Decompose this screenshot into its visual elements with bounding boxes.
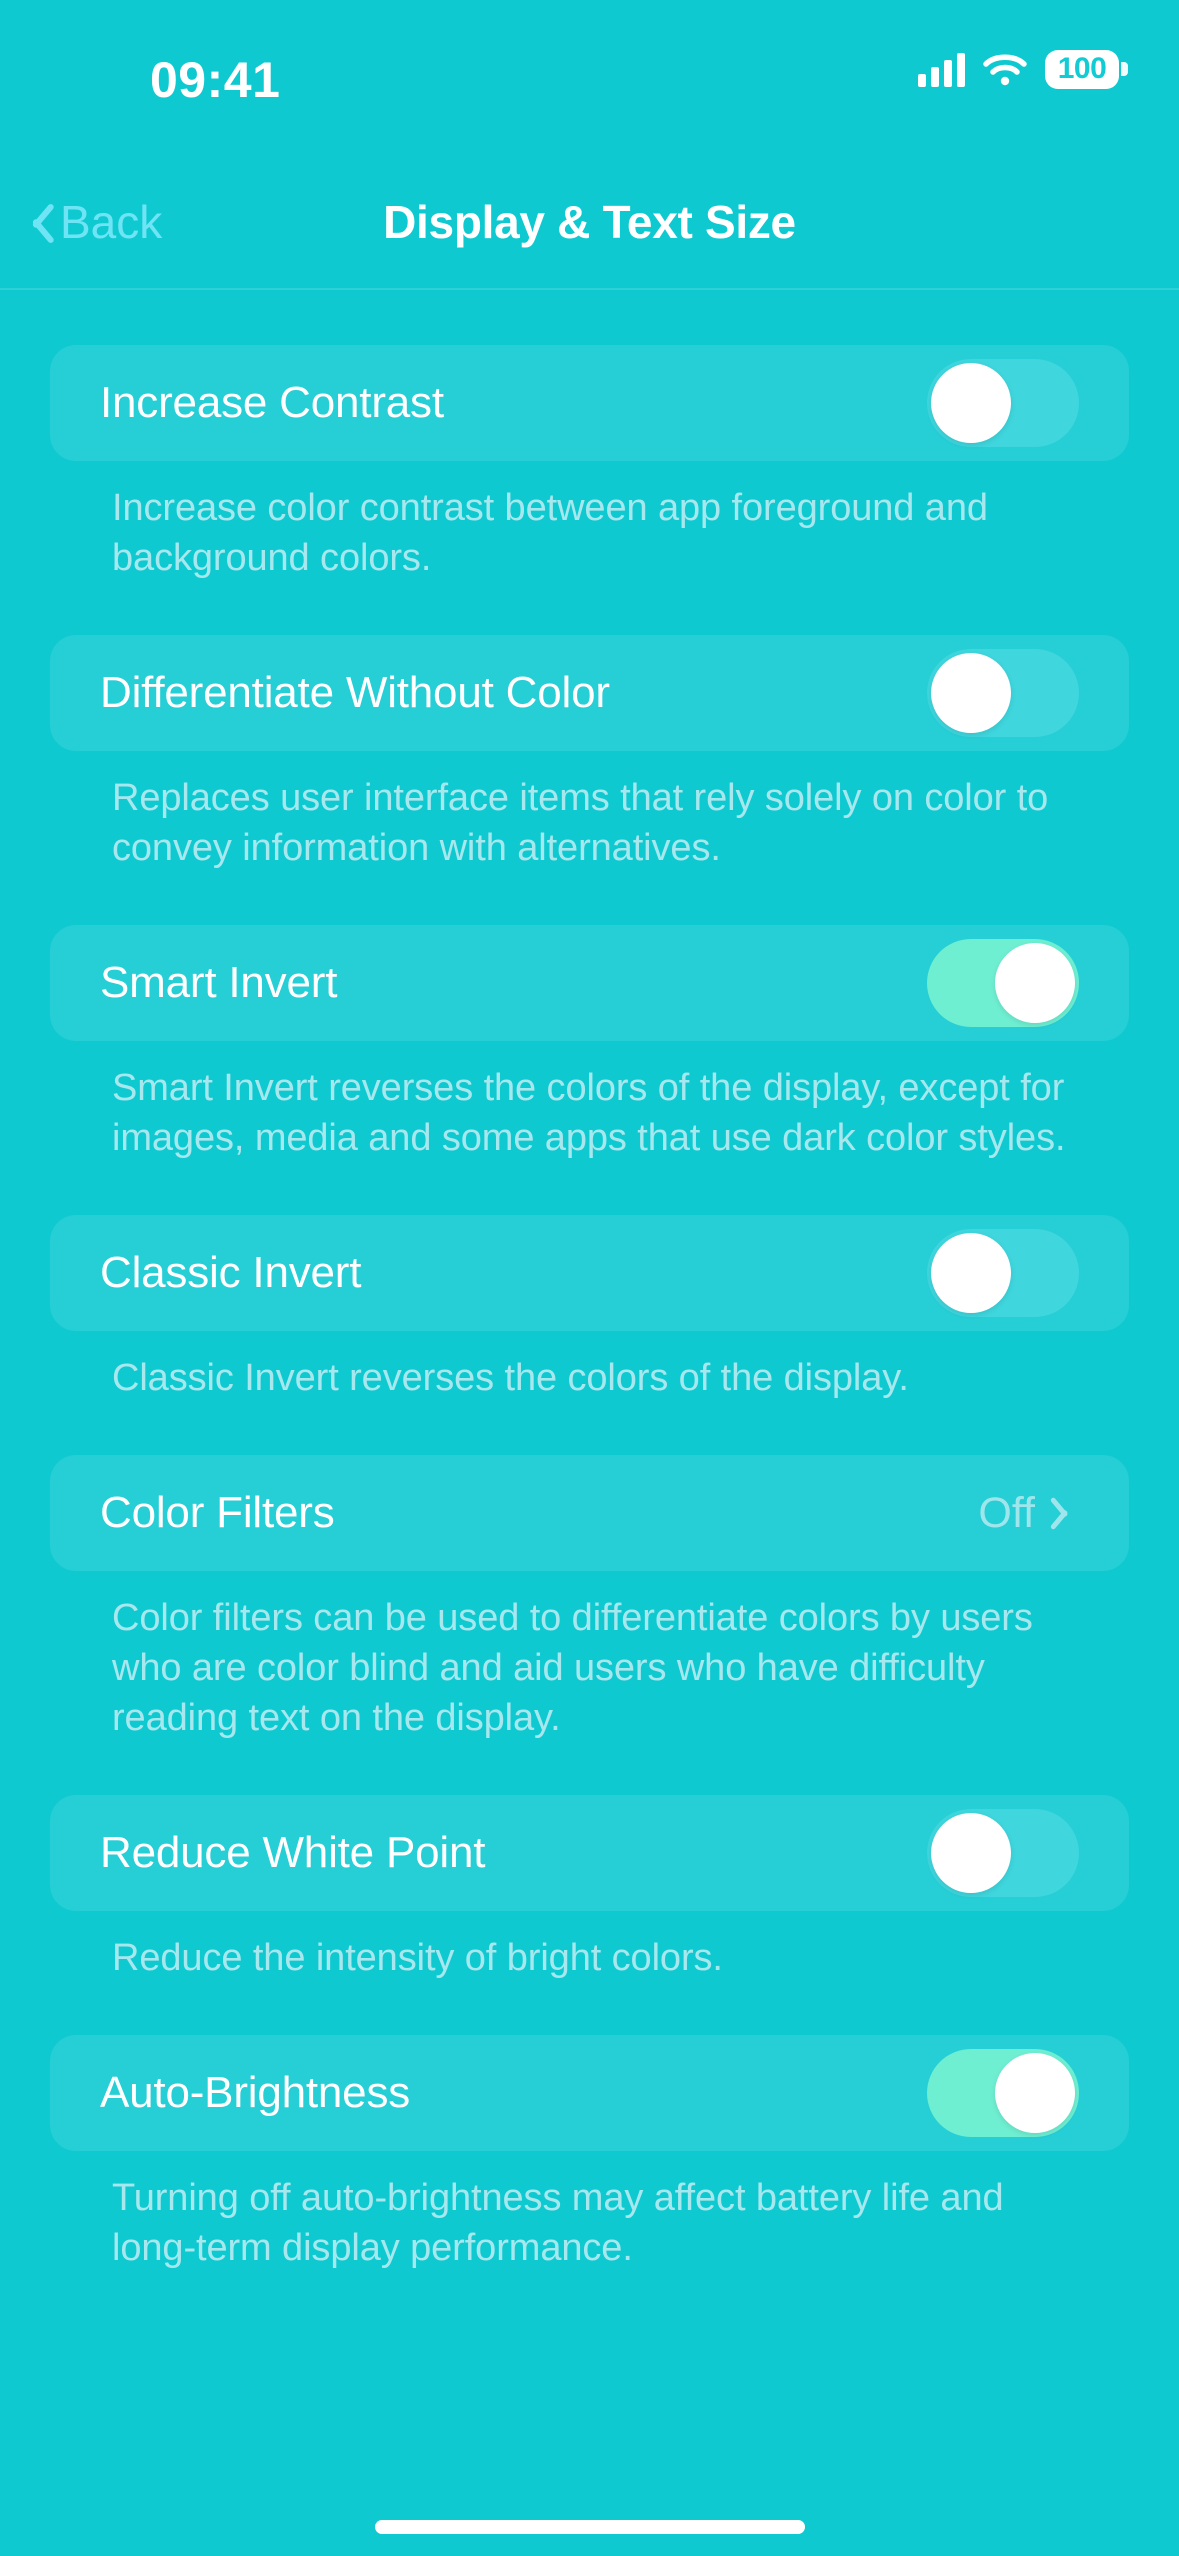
- status-bar-indicators: 100: [918, 50, 1128, 89]
- settings-group-classic-invert: Classic Invert Classic Invert reverses t…: [0, 1215, 1179, 1403]
- settings-group-increase-contrast: Increase Contrast Increase color contras…: [0, 345, 1179, 583]
- toggle-reduce-white-point[interactable]: [927, 1809, 1079, 1897]
- list-item-label: Classic Invert: [100, 1248, 362, 1297]
- settings-group-auto-brightness: Auto-Brightness Turning off auto-brightn…: [0, 2035, 1179, 2273]
- settings-group-reduce-white-point: Reduce White Point Reduce the intensity …: [0, 1795, 1179, 1983]
- wifi-icon: [983, 53, 1027, 87]
- list-item-accessory: Off: [978, 1455, 1079, 1571]
- list-item-footer: Smart Invert reverses the colors of the …: [112, 1067, 1066, 1159]
- list-item-label: Color Filters: [100, 1488, 335, 1537]
- toggle-differentiate-without-color[interactable]: [927, 649, 1079, 737]
- toggle-knob: [931, 1813, 1011, 1893]
- settings-group-differentiate-without-color: Differentiate Without Color Replaces use…: [0, 635, 1179, 873]
- list-item-label: Differentiate Without Color: [100, 668, 610, 717]
- toggle-increase-contrast[interactable]: [927, 359, 1079, 447]
- toggle-smart-invert[interactable]: [927, 939, 1079, 1027]
- list-item-label: Increase Contrast: [100, 378, 444, 427]
- toggle-knob: [931, 363, 1011, 443]
- color-filters-value: Off: [978, 1489, 1035, 1537]
- navigation-bar: Back Display & Text Size: [0, 170, 1179, 290]
- cellular-signal-icon: [918, 52, 965, 87]
- list-item-footer: Replaces user interface items that rely …: [112, 777, 1049, 869]
- toggle-knob: [931, 1233, 1011, 1313]
- list-item-color-filters[interactable]: Color Filters Off: [50, 1455, 1129, 1571]
- toggle-knob: [995, 943, 1075, 1023]
- toggle-knob: [995, 2053, 1075, 2133]
- home-indicator[interactable]: [374, 2520, 805, 2534]
- settings-list[interactable]: Increase Contrast Increase color contras…: [0, 293, 1179, 2473]
- toggle-knob: [931, 653, 1011, 733]
- list-item-label: Auto-Brightness: [100, 2068, 411, 2117]
- settings-group-color-filters: Color Filters Off Color filters can be u…: [0, 1455, 1179, 1743]
- list-item-smart-invert[interactable]: Smart Invert: [50, 925, 1129, 1041]
- page-title: Display & Text Size: [383, 196, 796, 248]
- list-item-footer: Increase color contrast between app fore…: [112, 487, 988, 579]
- toggle-classic-invert[interactable]: [927, 1229, 1079, 1317]
- list-item-label: Reduce White Point: [100, 1828, 486, 1877]
- list-item-reduce-white-point[interactable]: Reduce White Point: [50, 1795, 1129, 1911]
- battery-level-label: 100: [1057, 52, 1107, 85]
- list-item-label: Smart Invert: [100, 958, 338, 1007]
- list-item-footer: Reduce the intensity of bright colors.: [112, 1937, 723, 1979]
- list-item-classic-invert[interactable]: Classic Invert: [50, 1215, 1129, 1331]
- list-item-footer: Turning off auto-brightness may affect b…: [112, 2177, 1004, 2269]
- toggle-auto-brightness[interactable]: [927, 2049, 1079, 2137]
- status-bar: 09:41 100: [0, 0, 1179, 135]
- settings-group-smart-invert: Smart Invert Smart Invert reverses the c…: [0, 925, 1179, 1163]
- battery-nub-icon: [1121, 62, 1128, 76]
- list-item-increase-contrast[interactable]: Increase Contrast: [50, 345, 1129, 461]
- list-item-footer: Classic Invert reverses the colors of th…: [112, 1357, 909, 1399]
- status-bar-time: 09:41: [150, 52, 281, 108]
- list-item-footer: Color filters can be used to differentia…: [112, 1597, 1033, 1739]
- battery-indicator: 100: [1045, 50, 1128, 89]
- chevron-right-icon: [1057, 1493, 1079, 1533]
- list-item-differentiate-without-color[interactable]: Differentiate Without Color: [50, 635, 1129, 751]
- list-item-auto-brightness[interactable]: Auto-Brightness: [50, 2035, 1129, 2151]
